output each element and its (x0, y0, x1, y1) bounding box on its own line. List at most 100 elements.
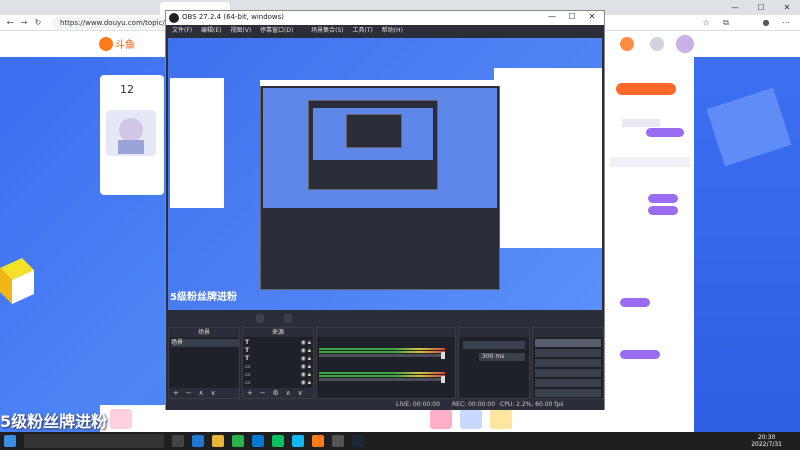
move-down-icon[interactable]: ∨ (211, 388, 216, 398)
taskbar-search[interactable] (24, 434, 164, 448)
anchor-avatar[interactable] (106, 110, 156, 156)
transition-type-select[interactable] (463, 341, 525, 349)
badge-pill-2[interactable] (648, 194, 678, 203)
move-down-icon[interactable]: ∨ (298, 388, 303, 398)
source-item[interactable]: T ◉ 🔒︎ (245, 339, 313, 347)
nested-obs-title (260, 80, 500, 86)
browser-minimize-button[interactable]: — (722, 0, 748, 15)
obs-taskbar-icon[interactable] (332, 435, 344, 447)
exit-button[interactable] (535, 389, 601, 397)
visibility-icon[interactable]: ◉ 🔒︎ (301, 371, 311, 379)
gift-icon[interactable] (490, 409, 512, 429)
browser-tab-1[interactable] (28, 2, 86, 15)
file-explorer-icon[interactable] (212, 435, 224, 447)
volume-meter (319, 375, 445, 377)
add-icon[interactable]: + (247, 388, 253, 398)
slider-handle[interactable] (441, 352, 445, 359)
menu-docks[interactable]: 停靠窗口(D) (260, 25, 293, 36)
volume-slider[interactable] (319, 376, 445, 383)
obs-menu-bar: 文件(F) 编辑(E) 视图(V) 停靠窗口(D) 场景集合(S) 工具(T) … (166, 25, 604, 36)
menu-tools[interactable]: 工具(T) (352, 25, 372, 36)
task-view-icon[interactable] (172, 435, 184, 447)
filters-button[interactable] (284, 314, 292, 323)
properties-button[interactable] (256, 314, 264, 323)
text-source-icon: T (245, 347, 250, 354)
room-count: 12 (120, 83, 134, 96)
favorites-icon[interactable]: ☆ (700, 17, 712, 29)
notification-icon[interactable] (620, 37, 634, 51)
text-source-icon: T (245, 355, 250, 362)
source-item[interactable]: ▭ ◉ 🔒︎ (245, 379, 313, 387)
browser-maximize-button[interactable]: ☐ (748, 0, 774, 15)
pc-client-banner[interactable] (616, 83, 676, 95)
add-icon[interactable]: + (173, 388, 179, 398)
controls-dock (532, 327, 604, 399)
back-icon[interactable]: ← (4, 17, 16, 29)
mixer-dock-title (317, 328, 455, 337)
browser-tab-2[interactable] (88, 2, 158, 15)
badge-pill-3[interactable] (648, 206, 678, 215)
remove-icon[interactable]: − (260, 388, 266, 398)
browser-close-button[interactable]: ✕ (774, 0, 800, 15)
move-up-icon[interactable]: ∧ (286, 388, 291, 398)
history-icon[interactable] (650, 37, 664, 51)
badge-pill-5[interactable] (620, 350, 660, 359)
obs-status-bar: LIVE: 00:00:00 REC: 00:00:00 CPU: 2.2%, … (166, 400, 604, 410)
menu-view[interactable]: 视图(V) (230, 25, 251, 36)
start-recording-button[interactable] (535, 349, 601, 357)
obs-close-button[interactable]: ✕ (582, 12, 602, 21)
steam-icon[interactable] (352, 435, 364, 447)
visibility-icon[interactable]: ◉ 🔒︎ (301, 339, 311, 347)
wechat-icon[interactable] (272, 435, 284, 447)
badge-pill-1[interactable] (646, 128, 684, 137)
obs-preview[interactable]: 5级粉丝牌进粉 (168, 38, 602, 310)
badge-pill-4[interactable] (620, 298, 650, 307)
user-avatar[interactable] (676, 35, 694, 53)
volume-slider[interactable] (319, 352, 445, 359)
gift-icon[interactable] (430, 409, 452, 429)
visibility-icon[interactable]: ◉ 🔒︎ (301, 347, 311, 355)
edge-icon[interactable] (192, 435, 204, 447)
gift-icon[interactable] (110, 409, 132, 429)
transitions-dock-title (459, 328, 529, 337)
browser-menu-icon[interactable]: ⋯ (780, 17, 792, 29)
move-up-icon[interactable]: ∧ (199, 388, 204, 398)
forward-icon[interactable]: → (18, 17, 30, 29)
taskbar-clock[interactable]: 20:30 2022/7/31 (751, 434, 782, 448)
preview-banner-text: 5级粉丝牌进粉 (170, 292, 237, 303)
search-box[interactable] (610, 157, 690, 167)
extensions-icon[interactable]: ⧉ (720, 17, 732, 29)
source-item[interactable]: ▭ ◉ 🔒︎ (245, 371, 313, 379)
duration-input[interactable]: 300 ms (479, 353, 525, 361)
douyu-logo[interactable]: 斗鱼 (98, 35, 138, 53)
obs-minimize-button[interactable]: — (542, 12, 562, 21)
windows-start-icon[interactable] (4, 435, 16, 447)
stop-streaming-button[interactable] (535, 339, 601, 347)
scene-item[interactable]: 场景 (171, 339, 239, 347)
obs-maximize-button[interactable]: ☐ (562, 12, 582, 21)
settings-button[interactable] (535, 379, 601, 387)
reload-icon[interactable]: ↻ (32, 17, 44, 29)
profile-icon[interactable]: ● (760, 17, 772, 29)
remove-icon[interactable]: − (186, 388, 192, 398)
source-item[interactable]: ▭ ◉ 🔒︎ (245, 363, 313, 371)
visibility-icon[interactable]: ◉ 🔒︎ (301, 355, 311, 363)
source-item[interactable]: T ◉ 🔒︎ (245, 355, 313, 363)
menu-scene-collection[interactable]: 场景集合(S) (311, 25, 344, 36)
menu-edit[interactable]: 编辑(E) (201, 25, 221, 36)
menu-file[interactable]: 文件(F) (172, 25, 192, 36)
douyu-icon[interactable] (312, 435, 324, 447)
visibility-icon[interactable]: ◉ 🔒︎ (301, 379, 311, 387)
mixer-channel-mic (319, 364, 453, 386)
gear-icon[interactable]: ⚙ (273, 388, 279, 398)
source-item[interactable]: T ◉ 🔒︎ (245, 347, 313, 355)
menu-help[interactable]: 帮助(H) (382, 25, 403, 36)
studio-mode-button[interactable] (535, 369, 601, 377)
slider-handle[interactable] (441, 376, 445, 383)
visibility-icon[interactable]: ◉ 🔒︎ (301, 363, 311, 371)
virtual-camera-button[interactable] (535, 359, 601, 367)
chrome-icon[interactable] (232, 435, 244, 447)
qq-icon[interactable] (292, 435, 304, 447)
gift-icon[interactable] (460, 409, 482, 429)
store-icon[interactable] (252, 435, 264, 447)
